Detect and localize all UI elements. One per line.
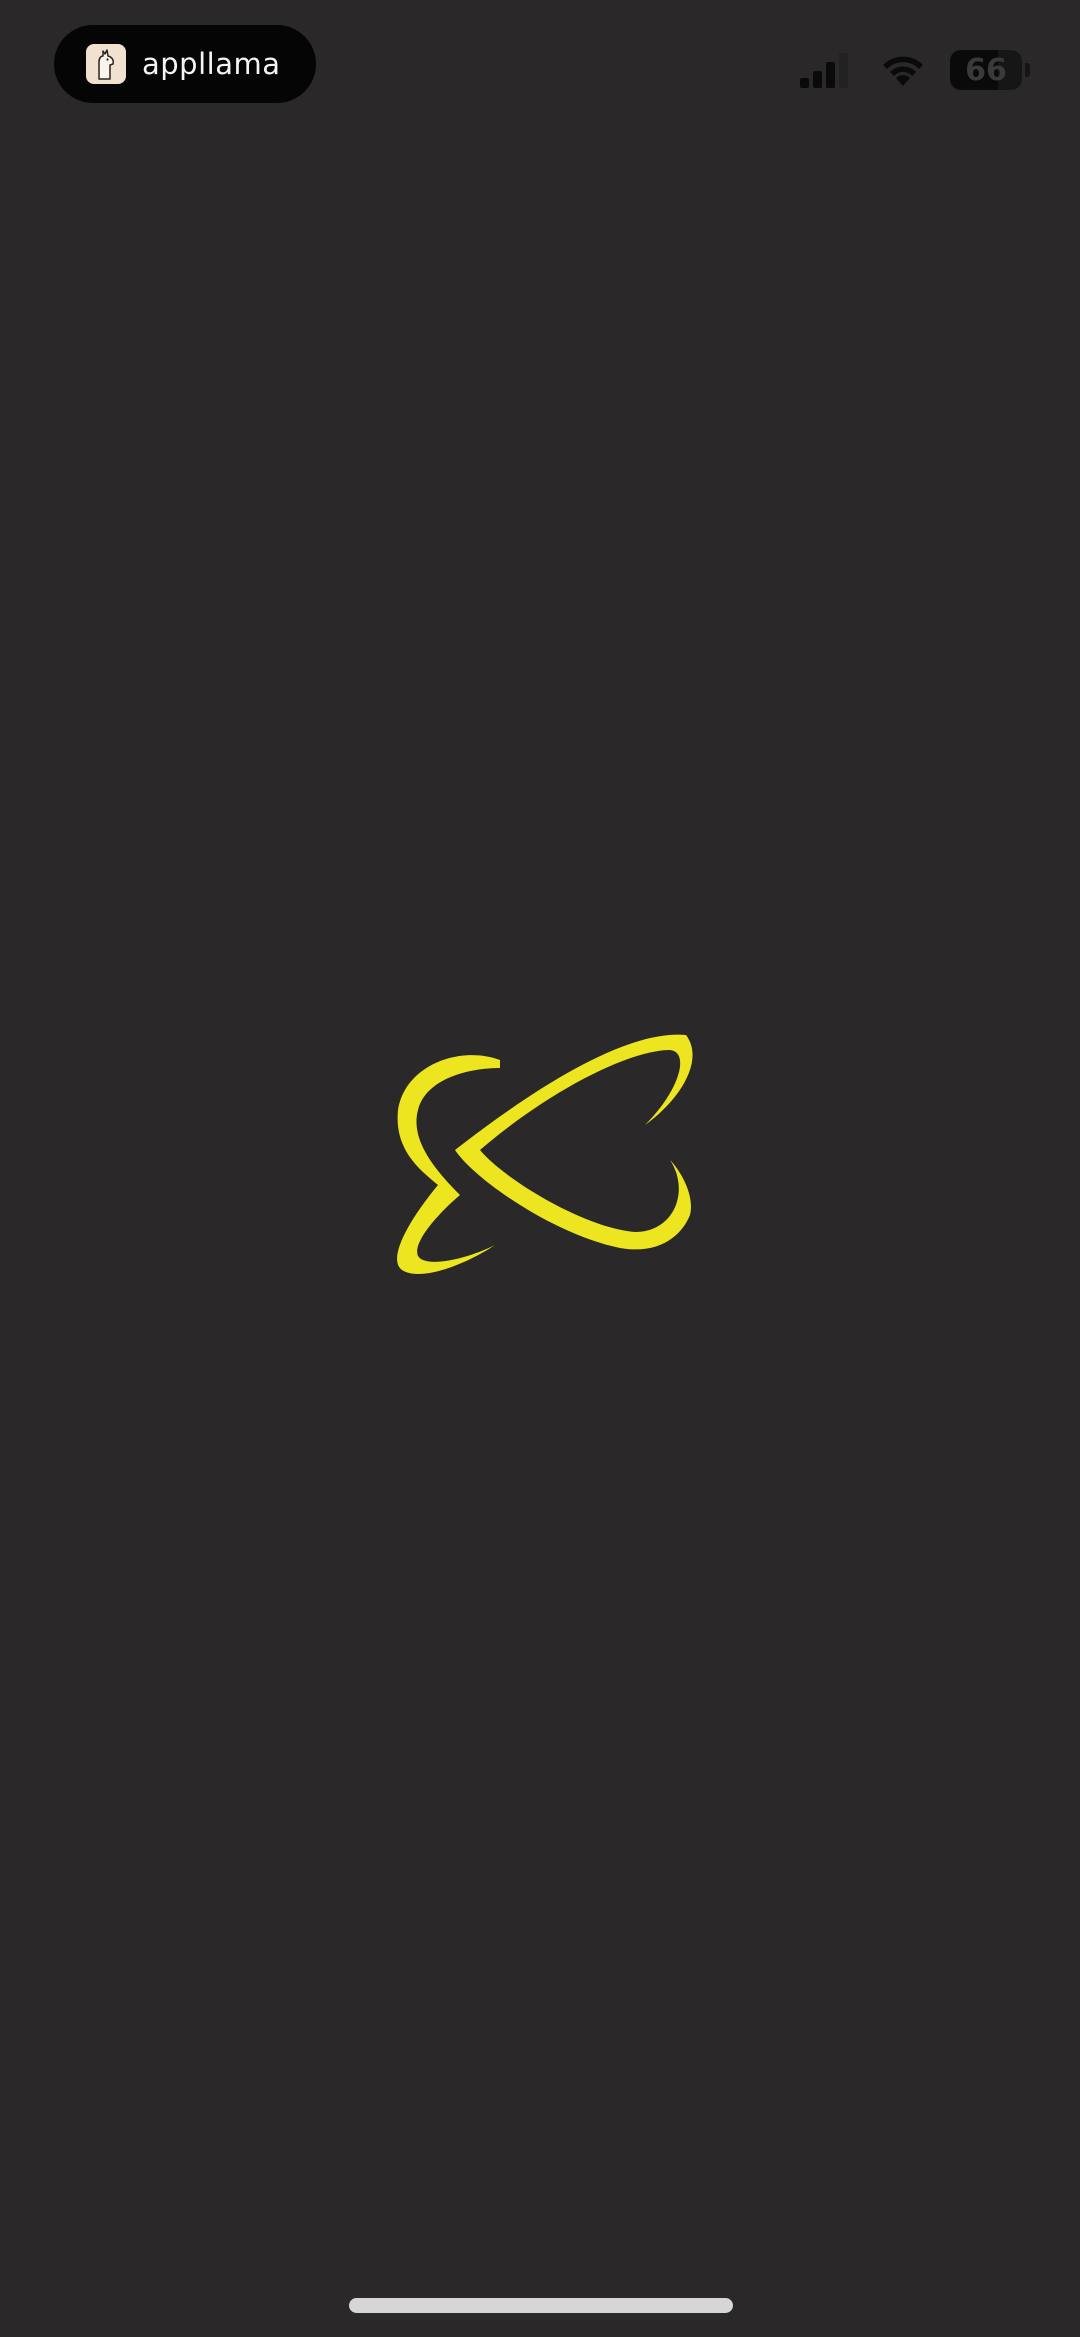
status-indicators: 66 bbox=[798, 50, 1030, 90]
signal-icon bbox=[800, 53, 848, 88]
home-indicator[interactable] bbox=[349, 2298, 733, 2313]
battery-level: 66 bbox=[965, 52, 1007, 88]
wifi-icon bbox=[883, 56, 923, 86]
brand-pill: appllama bbox=[54, 25, 316, 103]
yellow-orbit-x-logo-icon bbox=[397, 1034, 693, 1274]
battery-icon: 66 bbox=[950, 50, 1022, 90]
status-bar: appllama 66 bbox=[0, 0, 1080, 130]
splash-screen: appllama 66 bbox=[0, 0, 1080, 2337]
brand-name: appllama bbox=[142, 47, 281, 81]
battery-tip bbox=[1025, 63, 1030, 77]
llama-icon bbox=[86, 44, 126, 84]
